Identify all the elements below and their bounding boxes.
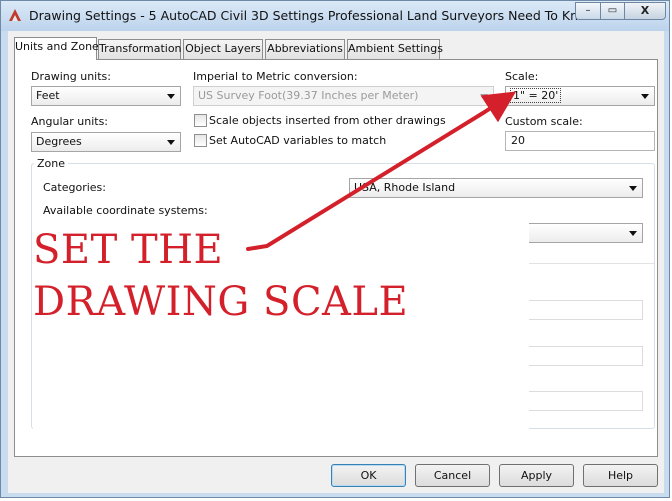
close-button[interactable]: X (624, 2, 666, 20)
cancel-button[interactable]: Cancel (415, 464, 490, 487)
description-field (529, 300, 643, 320)
set-variables-label: Set AutoCAD variables to match (209, 134, 387, 147)
available-systems-label: Available coordinate systems: (43, 204, 208, 217)
apply-button[interactable]: Apply (499, 464, 574, 487)
drawing-settings-window: Drawing Settings - 5 AutoCAD Civil 3D Se… (0, 0, 670, 498)
minimize-button[interactable]: – (575, 2, 601, 20)
categories-value: USA, Rhode Island (354, 181, 456, 194)
conversion-value: US Survey Foot(39.37 Inches per Meter) (198, 89, 419, 102)
categories-label: Categories: (43, 181, 106, 194)
autocad-app-icon (9, 9, 21, 21)
angular-units-label: Angular units: (31, 115, 109, 128)
chevron-down-icon (629, 186, 637, 191)
chevron-down-icon (629, 231, 637, 236)
scale-objects-checkbox[interactable] (194, 114, 207, 127)
tab-transformation[interactable]: Transformation (98, 39, 182, 59)
chevron-down-icon (167, 94, 175, 99)
tab-object-layers[interactable]: Object Layers (183, 39, 263, 59)
tab-abbreviations[interactable]: Abbreviations (265, 39, 345, 59)
chevron-down-icon (167, 140, 175, 145)
projection-field (529, 346, 643, 366)
scale-value: 1" = 20' (510, 88, 562, 103)
zone-group-title: Zone (34, 157, 69, 170)
drawing-units-value: Feet (36, 89, 60, 102)
scale-dropdown[interactable]: 1" = 20' (505, 86, 655, 106)
chevron-down-icon (641, 94, 649, 99)
chevron-down-icon (480, 94, 488, 99)
custom-scale-input[interactable]: 20 (505, 131, 655, 151)
coordinate-system-dropdown[interactable] (529, 223, 643, 243)
help-button[interactable]: Help (583, 464, 658, 487)
drawing-units-dropdown[interactable]: Feet (31, 86, 181, 106)
drawing-units-label: Drawing units: (31, 70, 111, 83)
annotation-line-2: DRAWING SCALE (33, 279, 409, 325)
datum-field (529, 391, 643, 411)
scale-label: Scale: (505, 70, 539, 83)
angular-units-value: Degrees (36, 135, 82, 148)
title-bar[interactable]: Drawing Settings - 5 AutoCAD Civil 3D Se… (1, 1, 669, 31)
window-title: Drawing Settings - 5 AutoCAD Civil 3D Se… (29, 8, 596, 23)
maximize-button[interactable]: ▭ (600, 2, 625, 20)
scale-objects-label: Scale objects inserted from other drawin… (209, 114, 446, 127)
annotation-line-1: SET THE (33, 227, 224, 273)
tab-units-and-zone[interactable]: Units and Zone (14, 37, 99, 60)
conversion-dropdown[interactable]: US Survey Foot(39.37 Inches per Meter) (193, 86, 494, 106)
tab-ambient-settings[interactable]: Ambient Settings (347, 39, 443, 59)
angular-units-dropdown[interactable]: Degrees (31, 132, 181, 152)
ok-button[interactable]: OK (331, 464, 406, 487)
custom-scale-label: Custom scale: (505, 115, 583, 128)
conversion-label: Imperial to Metric conversion: (193, 70, 358, 83)
divider (529, 263, 655, 264)
categories-dropdown[interactable]: USA, Rhode Island (349, 178, 643, 198)
set-variables-checkbox[interactable] (194, 134, 207, 147)
